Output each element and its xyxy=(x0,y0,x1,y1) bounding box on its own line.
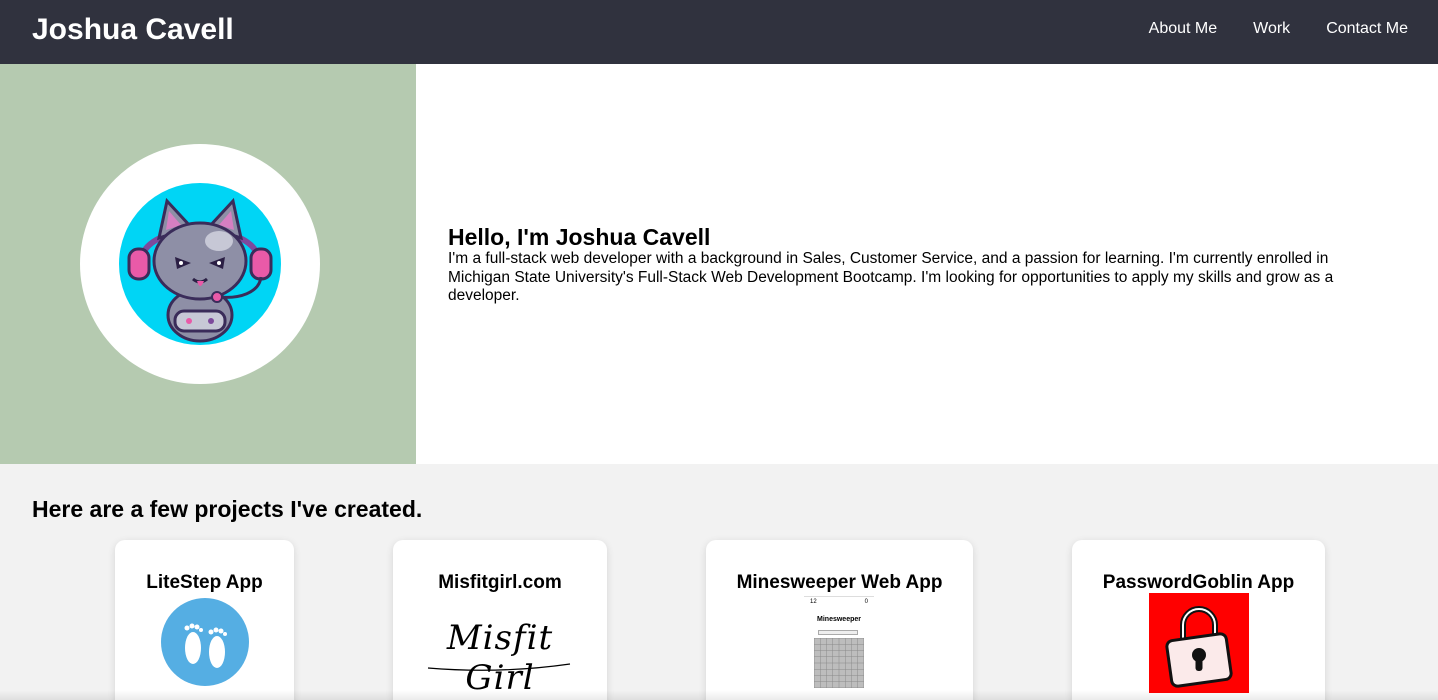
misfit-girl-logo-text: Misfit Girl xyxy=(446,618,554,698)
projects-heading: Here are a few projects I've created. xyxy=(32,496,423,522)
minesweeper-grid-icon xyxy=(814,638,864,688)
padlock-logo-icon[interactable] xyxy=(1149,593,1249,693)
logo-underline-flourish-icon xyxy=(427,663,571,671)
avatar xyxy=(80,144,320,384)
project-card-passwordgoblin[interactable]: PasswordGoblin App xyxy=(1072,540,1325,700)
nav-work[interactable]: Work xyxy=(1253,20,1290,38)
intro-text: Hello, I'm Joshua Cavell I'm a full-stac… xyxy=(448,224,1388,306)
gamer-cat-avatar-icon xyxy=(119,183,281,345)
misfit-girl-logo[interactable]: Misfit Girl xyxy=(420,618,580,698)
thumb-title: Minesweeper xyxy=(817,616,861,623)
hero-section: Hello, I'm Joshua Cavell I'm a full-stac… xyxy=(0,64,1438,464)
bottom-shadow xyxy=(0,690,1438,700)
thumb-counter-right: 0 xyxy=(864,599,868,605)
thumb-buttons xyxy=(818,630,858,635)
project-title: Minesweeper Web App xyxy=(736,572,943,593)
intro-paragraph: I'm a full-stack web developer with a ba… xyxy=(448,250,1334,304)
navbar: Joshua Cavell About Me Work Contact Me xyxy=(0,0,1438,64)
project-card-litestep[interactable]: LiteStep App xyxy=(115,540,294,700)
minesweeper-thumbnail[interactable]: 12 0 Minesweeper xyxy=(804,596,874,690)
nav-links: About Me Work Contact Me xyxy=(1149,20,1408,38)
thumb-counter-left: 12 xyxy=(810,599,817,605)
intro-heading: Hello, I'm Joshua Cavell xyxy=(448,224,711,250)
project-title: LiteStep App xyxy=(146,572,263,593)
nav-contact-me[interactable]: Contact Me xyxy=(1326,20,1408,38)
hero-avatar-panel xyxy=(0,64,416,464)
footprints-logo-icon[interactable] xyxy=(161,598,249,686)
project-card-misfitgirl[interactable]: Misfitgirl.com Misfit Girl xyxy=(393,540,607,700)
project-title: PasswordGoblin App xyxy=(1102,572,1295,593)
site-title[interactable]: Joshua Cavell xyxy=(32,13,234,47)
project-title: Misfitgirl.com xyxy=(438,572,562,593)
project-card-minesweeper[interactable]: Minesweeper Web App 12 0 Minesweeper xyxy=(706,540,973,700)
nav-about-me[interactable]: About Me xyxy=(1149,20,1217,38)
